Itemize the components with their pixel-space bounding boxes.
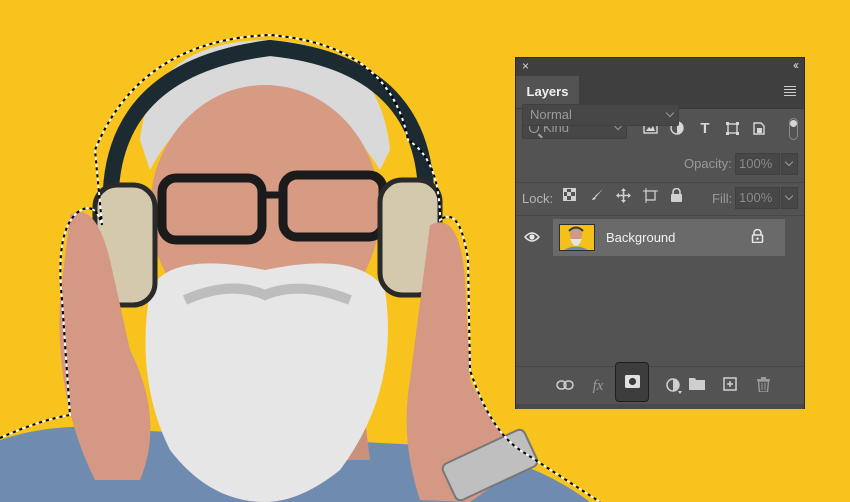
fill-dropdown[interactable] [781,187,798,209]
opacity-label: Opacity: [684,156,732,171]
fill-field[interactable]: 100% [735,187,780,209]
fx-icon[interactable]: fx [589,377,607,395]
panel-resize-grip[interactable] [516,404,804,409]
lock-transparent-icon[interactable] [560,188,578,206]
smart-object-filter-icon[interactable] [751,121,767,137]
layer-lock-icon [751,228,767,245]
lock-position-icon[interactable] [614,188,632,206]
add-mask-icon [625,375,640,391]
lock-label: Lock: [522,191,554,206]
layers-panel: × ‹‹ Layers Kind T Normal Opacity: 100% … [515,57,805,409]
chevron-down-icon [784,191,794,201]
lock-pixels-icon[interactable] [588,188,606,206]
layers-bottom-toolbar: fx [516,366,804,405]
fill-label: Fill: [712,191,733,206]
lock-artboard-icon[interactable] [641,188,659,206]
close-icon[interactable]: × [522,59,529,73]
layer-thumbnail [559,224,595,251]
divider [516,182,804,183]
type-filter-icon[interactable]: T [697,121,713,137]
new-group-icon[interactable] [688,377,706,395]
lock-all-icon[interactable] [667,187,685,206]
adjustment-layer-icon[interactable] [665,377,683,395]
delete-icon[interactable] [754,377,772,395]
blend-mode-select[interactable]: Normal [522,104,679,126]
new-layer-icon[interactable] [721,377,739,395]
blend-mode-value: Normal [530,107,572,122]
panel-titlebar: × ‹‹ [516,58,804,76]
link-layers-icon[interactable] [556,377,574,395]
opacity-field[interactable]: 100% [735,153,780,175]
layer-row-background[interactable]: Background [553,219,785,256]
hamburger-icon[interactable] [784,86,796,96]
collapse-icon[interactable]: ‹‹ [793,58,799,72]
add-mask-button[interactable] [615,362,649,402]
chevron-down-icon [665,108,675,118]
shape-filter-icon[interactable] [724,121,740,137]
opacity-dropdown[interactable] [781,153,798,175]
filter-toggle[interactable] [789,118,798,140]
divider [516,215,804,216]
layer-name: Background [606,230,676,245]
visibility-eye-icon[interactable] [524,231,540,243]
chevron-down-icon [784,157,794,167]
